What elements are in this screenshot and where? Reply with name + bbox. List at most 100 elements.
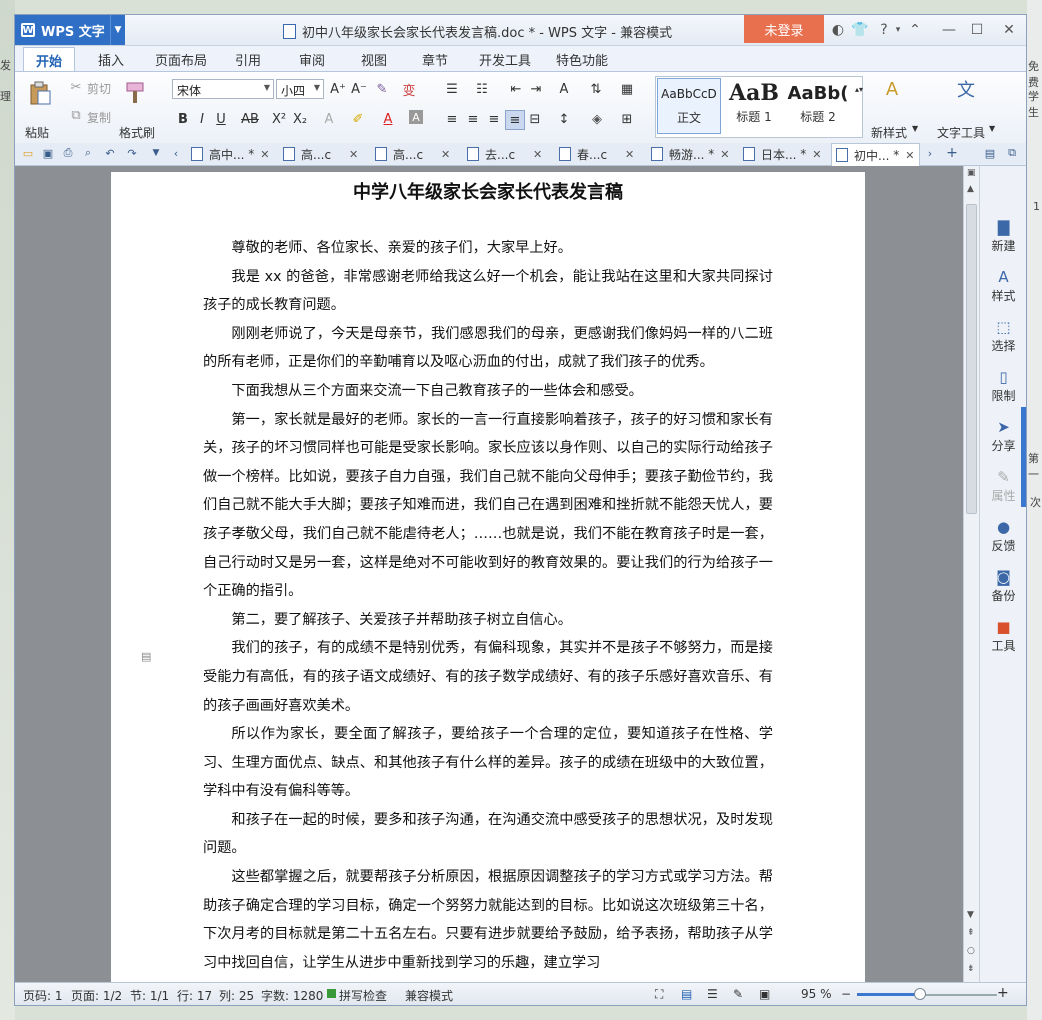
open-folder-icon[interactable]: ▭ — [21, 146, 35, 160]
login-button[interactable]: 未登录 — [744, 15, 824, 43]
style-heading-1[interactable]: AaB 标题 1 — [723, 78, 785, 132]
scroll-up-icon[interactable]: ▲ — [967, 184, 974, 194]
text-tools-icon[interactable]: 文 — [957, 80, 975, 101]
sort-icon[interactable]: ⇅ — [587, 80, 605, 98]
new-style-button[interactable]: 新样式 — [871, 124, 907, 141]
sidebar-item-style[interactable]: A 样式 — [980, 268, 1026, 304]
chevron-down-icon[interactable]: ▼ — [110, 15, 125, 45]
text-effect-icon[interactable]: A — [320, 110, 338, 128]
tab-references[interactable]: 引用 — [235, 50, 261, 69]
chevron-down-icon[interactable]: ▼ — [989, 124, 995, 133]
italic-icon[interactable]: I — [193, 110, 211, 128]
zoom-level[interactable]: 95 % — [801, 987, 832, 1001]
document-page[interactable]: 中学八年级家长会家长代表发言稿 尊敬的老师、各位家长、亲爱的孩子们，大家早上好。… — [111, 172, 865, 992]
tab-developer[interactable]: 开发工具 — [479, 50, 531, 69]
minimize-icon[interactable]: — — [940, 21, 958, 39]
redo-icon[interactable]: ↷ — [125, 146, 139, 160]
clear-format-icon[interactable]: ✎ — [373, 80, 391, 98]
font-color-icon[interactable]: A — [379, 110, 397, 128]
sidebar-item-feedback[interactable]: ● 反馈 — [980, 518, 1026, 554]
tab-review[interactable]: 审阅 — [299, 50, 325, 69]
close-icon[interactable]: ✕ — [349, 148, 358, 161]
sidebar-item-properties[interactable]: ✎ 属性 — [980, 468, 1026, 504]
doc-tab[interactable]: 畅游... * ✕ — [651, 143, 730, 165]
zoom-slider-handle[interactable] — [914, 988, 926, 1000]
superscript-icon[interactable]: X² — [270, 110, 288, 128]
browse-object-icon[interactable]: ○ — [967, 946, 975, 956]
chevron-down-icon[interactable]: ▼ — [912, 124, 918, 133]
text-direction-icon[interactable]: A — [555, 80, 573, 98]
vertical-scrollbar[interactable]: ▣ ▲ ▼ ⇞ ○ ⇟ — [963, 166, 980, 982]
close-icon[interactable]: ✕ — [905, 149, 914, 162]
style-heading-2[interactable]: AaBb( 标题 2 — [787, 78, 849, 132]
sidebar-item-tools[interactable]: ■ 工具 — [980, 618, 1026, 654]
tab-insert[interactable]: 插入 — [98, 50, 124, 69]
theme-icon[interactable]: ◐ — [829, 21, 847, 39]
tab-view[interactable]: 视图 — [361, 50, 387, 69]
page-view-icon[interactable]: ▤ — [681, 987, 692, 1001]
scroll-down-icon[interactable]: ▼ — [967, 910, 974, 920]
ruler-toggle-icon[interactable]: ▣ — [967, 168, 976, 178]
bullets-icon[interactable]: ☰ — [443, 80, 461, 98]
align-center-icon[interactable]: ≡ — [464, 110, 482, 128]
format-painter-button[interactable]: 格式刷 — [119, 124, 155, 141]
decrease-indent-icon[interactable]: ⇤ — [507, 80, 525, 98]
scrollbar-thumb[interactable] — [966, 204, 977, 514]
sidebar-item-restrict[interactable]: ▯ 限制 — [980, 368, 1026, 404]
tab-chapter[interactable]: 章节 — [422, 50, 448, 69]
grow-font-icon[interactable]: A⁺ — [329, 80, 347, 98]
document-area[interactable]: 中学八年级家长会家长代表发言稿 尊敬的老师、各位家长、亲爱的孩子们，大家早上好。… — [15, 166, 963, 992]
borders-icon[interactable]: ⊞ — [618, 110, 636, 128]
chevron-down-icon[interactable]: ▾ — [889, 21, 907, 39]
print-preview-icon[interactable]: ⌕ — [81, 146, 95, 160]
gallery-scroll-icon[interactable]: ▴▾ — [850, 80, 868, 98]
window-mode-icon[interactable]: ⧉ — [1005, 146, 1019, 160]
sidebar-item-new[interactable]: ▇ 新建 — [980, 218, 1026, 254]
doc-tab[interactable]: 高...c ✕ — [375, 143, 450, 165]
align-right-icon[interactable]: ≡ — [485, 110, 503, 128]
strikethrough-icon[interactable]: AB — [241, 110, 259, 128]
shrink-font-icon[interactable]: A⁻ — [350, 80, 368, 98]
scissors-icon[interactable]: ✂ — [67, 78, 85, 96]
paste-button[interactable]: 粘贴 — [25, 124, 49, 141]
doc-tab[interactable]: 高中... * ✕ — [191, 143, 270, 165]
font-size-select[interactable]: 小四 ▼ — [276, 79, 324, 99]
next-page-icon[interactable]: ⇟ — [967, 964, 975, 974]
zoom-out-icon[interactable]: − — [841, 987, 851, 1001]
align-left-icon[interactable]: ≡ — [443, 110, 461, 128]
distributed-align-icon[interactable]: ⊟ — [526, 110, 544, 128]
close-icon[interactable]: ✕ — [260, 148, 269, 161]
customize-toolbar-icon[interactable]: ▼ — [149, 146, 163, 160]
doc-tab[interactable]: 日本... * ✕ — [743, 143, 822, 165]
justify-icon[interactable]: ≡ — [505, 110, 525, 130]
close-icon[interactable]: ✕ — [812, 148, 821, 161]
copy-button[interactable]: 复制 — [87, 109, 111, 126]
save-icon[interactable]: ▣ — [41, 146, 55, 160]
undo-icon[interactable]: ↶ — [103, 146, 117, 160]
font-name-select[interactable]: 宋体 ▼ — [172, 79, 274, 99]
reading-view-icon[interactable]: ▣ — [759, 987, 770, 1001]
full-screen-icon[interactable]: ⛶ — [655, 987, 663, 1002]
scroll-tabs-left-icon[interactable]: ‹ — [169, 146, 183, 160]
maximize-icon[interactable]: ☐ — [968, 21, 986, 39]
tab-page-layout[interactable]: 页面布局 — [155, 50, 207, 69]
doc-tab[interactable]: 去...c ✕ — [467, 143, 542, 165]
document-body[interactable]: 尊敬的老师、各位家长、亲爱的孩子们，大家早上好。 我是 xx 的爸爸，非常感谢老… — [203, 234, 773, 977]
tab-list-icon[interactable]: ▤ — [983, 146, 997, 160]
format-painter-icon[interactable] — [123, 80, 149, 106]
app-menu-button[interactable]: W WPS 文字 ▼ — [15, 15, 125, 45]
web-view-icon[interactable]: ✎ — [733, 987, 743, 1001]
new-style-icon[interactable]: A — [883, 79, 901, 100]
table-grid-icon[interactable]: ▦ — [618, 80, 636, 98]
sidebar-expand-handle[interactable] — [1021, 407, 1026, 507]
close-icon[interactable]: ✕ — [533, 148, 542, 161]
highlight-icon[interactable]: ✐ — [349, 110, 367, 128]
doc-tab[interactable]: 春...c ✕ — [559, 143, 634, 165]
numbering-icon[interactable]: ☷ — [473, 80, 491, 98]
underline-icon[interactable]: U — [212, 110, 230, 128]
char-shading-icon[interactable]: A — [409, 110, 423, 124]
tab-special[interactable]: 特色功能 — [556, 50, 608, 69]
prev-page-icon[interactable]: ⇞ — [967, 928, 975, 938]
doc-tab[interactable]: 高...c ✕ — [283, 143, 358, 165]
close-icon[interactable]: ✕ — [1000, 21, 1018, 39]
